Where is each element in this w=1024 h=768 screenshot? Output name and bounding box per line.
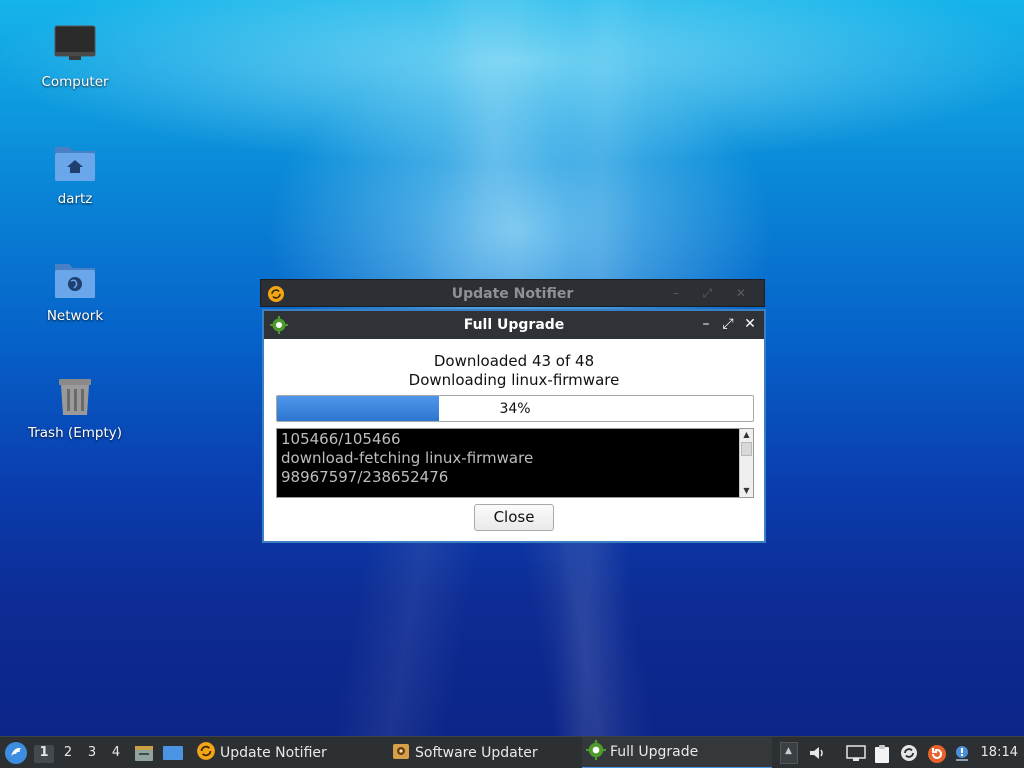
status-downloaded: Downloaded 43 of 48 [433, 352, 595, 370]
task-label: Software Updater [415, 745, 538, 761]
workspace-1[interactable]: 1 [34, 745, 54, 763]
volume-icon[interactable] [808, 744, 826, 762]
workspace-3[interactable]: 3 [82, 745, 102, 763]
show-desktop-icon[interactable] [162, 743, 184, 767]
clock[interactable]: 18:14 [981, 745, 1018, 760]
desktop-icon-home[interactable]: dartz [20, 139, 130, 207]
log-line: 98967597/238652476 [281, 468, 449, 486]
title-bar[interactable]: Full Upgrade – ⤢ ✕ [264, 311, 764, 339]
close-window-button[interactable]: ✕ [742, 316, 758, 332]
desktop-icon-label: Trash (Empty) [27, 425, 123, 441]
network-folder-icon [51, 256, 99, 304]
computer-icon [51, 22, 99, 70]
home-folder-icon [51, 139, 99, 187]
close-button[interactable]: Close [474, 504, 554, 531]
window-controls[interactable]: – ⤢ ✕ [673, 286, 756, 301]
notification-icon[interactable] [953, 744, 971, 762]
desktop-icon-label: dartz [57, 191, 93, 207]
status-downloading: Downloading linux-firmware [408, 371, 620, 389]
minimize-button[interactable]: – [698, 316, 714, 332]
log-output[interactable]: 105466/105466 download-fetching linux-fi… [276, 428, 754, 498]
upgrade-in-progress-icon[interactable] [927, 744, 946, 763]
dialog-title: Full Upgrade [463, 317, 565, 333]
desktop-icon-trash[interactable]: Trash (Empty) [20, 373, 130, 441]
workspace-2[interactable]: 2 [58, 745, 78, 763]
desktop-icon-label: Computer [41, 74, 109, 90]
workspace-4[interactable]: 4 [106, 745, 126, 763]
task-label: Update Notifier [220, 745, 327, 761]
scroll-down-arrow-icon[interactable]: ▼ [740, 485, 753, 497]
desktop-icon-network[interactable]: Network [20, 256, 130, 324]
desktop-icon-computer[interactable]: Computer [20, 22, 130, 90]
software-updater-icon [391, 741, 411, 765]
task-software-updater[interactable]: Software Updater [387, 737, 577, 768]
clipboard-icon[interactable] [873, 744, 891, 763]
start-menu-icon[interactable] [4, 741, 28, 768]
task-label: Full Upgrade [610, 744, 699, 760]
log-line: 105466/105466 [281, 430, 401, 448]
scroll-thumb[interactable] [741, 442, 752, 456]
task-full-upgrade[interactable]: Full Upgrade [582, 737, 772, 768]
updates-available-icon[interactable] [900, 744, 918, 762]
network-status-icon[interactable] [846, 744, 866, 762]
maximize-button[interactable]: ⤢ [720, 316, 736, 332]
progress-label: 34% [499, 401, 531, 417]
trash-icon [51, 373, 99, 421]
log-lines: 105466/105466 download-fetching linux-fi… [281, 430, 533, 487]
gear-icon [586, 740, 606, 764]
update-notifier-window[interactable]: Update Notifier – ⤢ ✕ [260, 279, 765, 307]
update-notifier-icon [196, 741, 216, 765]
download-progress-bar: 34% [276, 395, 754, 422]
file-manager-icon[interactable] [134, 743, 154, 767]
taskbar: 1 2 3 4 Update Notifier Software Updater… [0, 736, 1024, 768]
tray-expand-icon[interactable]: ▲ [780, 742, 798, 764]
scroll-up-arrow-icon[interactable]: ▲ [740, 429, 753, 441]
desktop-icon-label: Network [46, 308, 104, 324]
log-scrollbar[interactable]: ▲ ▼ [739, 429, 753, 497]
task-update-notifier[interactable]: Update Notifier [192, 737, 382, 768]
full-upgrade-dialog[interactable]: Full Upgrade – ⤢ ✕ Downloaded 43 of 48 D… [262, 309, 766, 543]
log-line: download-fetching linux-firmware [281, 449, 534, 467]
